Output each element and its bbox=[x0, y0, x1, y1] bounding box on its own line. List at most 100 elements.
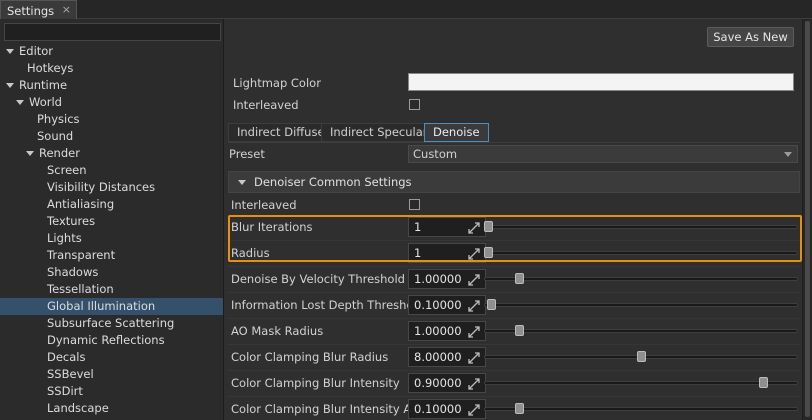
preset-dropdown[interactable]: Custom bbox=[408, 145, 798, 163]
lightmap-color-label: Lightmap Color bbox=[233, 76, 321, 90]
scrollbar-thumb[interactable] bbox=[805, 21, 810, 417]
settings-tree-panel: Editor Hotkeys Runtime World Physics Sound Ren… bbox=[0, 19, 224, 420]
tree-item[interactable]: Sound bbox=[0, 128, 223, 145]
vertical-scrollbar[interactable] bbox=[802, 19, 812, 420]
tree-item-label: Physics bbox=[37, 112, 80, 126]
tree-item[interactable]: Subsurface Scattering bbox=[0, 315, 223, 332]
preset-label: Preset bbox=[229, 147, 265, 161]
tree-item[interactable]: Screen bbox=[0, 162, 223, 179]
drag-resize-icon[interactable] bbox=[468, 273, 480, 286]
row-divider bbox=[228, 344, 800, 345]
tree-item-label: Textures bbox=[47, 214, 96, 228]
tree-item[interactable]: Tessellation bbox=[0, 281, 223, 298]
tree-item[interactable]: Lights bbox=[0, 230, 223, 247]
tree-item[interactable]: Landscape bbox=[0, 400, 223, 417]
param-slider-track[interactable] bbox=[484, 277, 798, 281]
param-value-field[interactable]: 0.90000 bbox=[408, 373, 486, 393]
tree-item-label: Shadows bbox=[47, 265, 99, 279]
drag-resize-icon[interactable] bbox=[468, 325, 480, 338]
tab-settings-title: Settings bbox=[7, 3, 55, 18]
param-value: 0.10000 bbox=[414, 298, 462, 312]
param-slider-handle[interactable] bbox=[515, 403, 524, 414]
expand-arrow-icon[interactable] bbox=[6, 83, 14, 88]
collapse-arrow-icon bbox=[238, 179, 246, 185]
param-slider-track[interactable] bbox=[484, 407, 798, 411]
param-slider-handle[interactable] bbox=[515, 325, 524, 336]
param-slider-track[interactable] bbox=[484, 303, 798, 307]
param-label: Color Clamping Blur Intensity AO bbox=[231, 402, 421, 416]
tree-item[interactable]: Editor bbox=[0, 43, 223, 60]
row-divider bbox=[228, 370, 800, 371]
tree-item-label: SSBevel bbox=[47, 367, 94, 381]
tree-item-label: Screen bbox=[47, 163, 87, 177]
tree-item-label: Visibility Distances bbox=[47, 180, 156, 194]
preset-value: Custom bbox=[413, 147, 458, 161]
tab-indirect-diffuse[interactable]: Indirect Diffuse bbox=[228, 123, 334, 142]
tree-item[interactable]: Runtime bbox=[0, 77, 223, 94]
param-value: 0.10000 bbox=[414, 402, 462, 416]
param-value-field[interactable]: 8.00000 bbox=[408, 347, 486, 367]
expand-arrow-icon[interactable] bbox=[16, 100, 24, 105]
interleaved-checkbox[interactable] bbox=[409, 99, 420, 110]
tab-divider bbox=[228, 142, 800, 143]
tree-item[interactable]: Textures bbox=[0, 213, 223, 230]
tree-item[interactable]: Decals bbox=[0, 349, 223, 366]
tree-item[interactable]: Antialiasing bbox=[0, 196, 223, 213]
tree-item-label: Lights bbox=[47, 231, 82, 245]
tree-item[interactable]: Physics bbox=[0, 111, 223, 128]
denoise-interleaved-checkbox[interactable] bbox=[409, 199, 420, 210]
tree-item[interactable]: Visibility Distances bbox=[0, 179, 223, 196]
drag-resize-icon[interactable] bbox=[468, 403, 480, 416]
param-slider-track[interactable] bbox=[484, 329, 798, 333]
tree-item-label: Decals bbox=[47, 350, 86, 364]
tree-item[interactable]: Global Illumination bbox=[0, 298, 223, 315]
search-input[interactable] bbox=[4, 23, 221, 41]
tree-item[interactable]: Dynamic Reflections bbox=[0, 332, 223, 349]
tree-item[interactable]: World bbox=[0, 94, 223, 111]
param-slider-handle[interactable] bbox=[515, 273, 524, 284]
param-value-field[interactable]: 1.00000 bbox=[408, 321, 486, 341]
tree-item[interactable]: Shadows bbox=[0, 264, 223, 281]
denoiser-common-settings-header[interactable]: Denoiser Common Settings bbox=[228, 171, 800, 193]
param-value-field[interactable]: 1.00000 bbox=[408, 269, 486, 289]
tree-item[interactable]: SSDirt bbox=[0, 383, 223, 400]
tree-item-label: Dynamic Reflections bbox=[47, 333, 165, 347]
tree-item[interactable]: Transparent bbox=[0, 247, 223, 264]
tree-item-label: Antialiasing bbox=[47, 197, 115, 211]
tree-item[interactable]: Hotkeys bbox=[0, 60, 223, 77]
param-slider-handle[interactable] bbox=[759, 377, 768, 388]
tree-item[interactable]: Render bbox=[0, 145, 223, 162]
tree-item-label: Global Illumination bbox=[47, 299, 156, 313]
chevron-down-icon bbox=[784, 152, 792, 157]
group-title: Denoiser Common Settings bbox=[254, 175, 412, 189]
drag-resize-icon[interactable] bbox=[468, 299, 480, 312]
param-value: 0.90000 bbox=[414, 376, 462, 390]
param-label: Information Lost Depth Threshold bbox=[231, 298, 424, 312]
lightmap-color-field[interactable] bbox=[408, 73, 794, 91]
tab-indirect-specular[interactable]: Indirect Specular bbox=[321, 123, 437, 142]
tab-denoise[interactable]: Denoise bbox=[424, 123, 489, 142]
param-value-field[interactable]: 0.10000 bbox=[408, 295, 486, 315]
save-as-new-button[interactable]: Save As New bbox=[707, 27, 794, 47]
expand-arrow-icon[interactable] bbox=[6, 49, 14, 54]
drag-resize-icon[interactable] bbox=[468, 351, 480, 364]
param-slider-track[interactable] bbox=[484, 381, 798, 385]
param-value: 1.00000 bbox=[414, 272, 462, 286]
param-slider-handle[interactable] bbox=[487, 299, 496, 310]
tree-item-label: Editor bbox=[19, 44, 54, 58]
highlight-box bbox=[228, 215, 802, 262]
interleaved-label: Interleaved bbox=[233, 98, 299, 112]
tree-item[interactable]: SSBevel bbox=[0, 366, 223, 383]
param-label: Denoise By Velocity Threshold bbox=[231, 272, 405, 286]
tab-settings[interactable]: Settings × bbox=[0, 0, 77, 20]
row-divider bbox=[228, 292, 800, 293]
param-value-field[interactable]: 0.10000 bbox=[408, 399, 486, 419]
drag-resize-icon[interactable] bbox=[468, 377, 480, 390]
param-slider-handle[interactable] bbox=[637, 351, 646, 362]
tree-item-label: Landscape bbox=[47, 401, 109, 415]
expand-arrow-icon[interactable] bbox=[26, 151, 34, 156]
param-label: Color Clamping Blur Radius bbox=[231, 350, 389, 364]
row-divider bbox=[228, 318, 800, 319]
close-icon[interactable]: × bbox=[62, 3, 71, 16]
settings-tree: Editor Hotkeys Runtime World Physics Sound Ren… bbox=[0, 43, 223, 417]
